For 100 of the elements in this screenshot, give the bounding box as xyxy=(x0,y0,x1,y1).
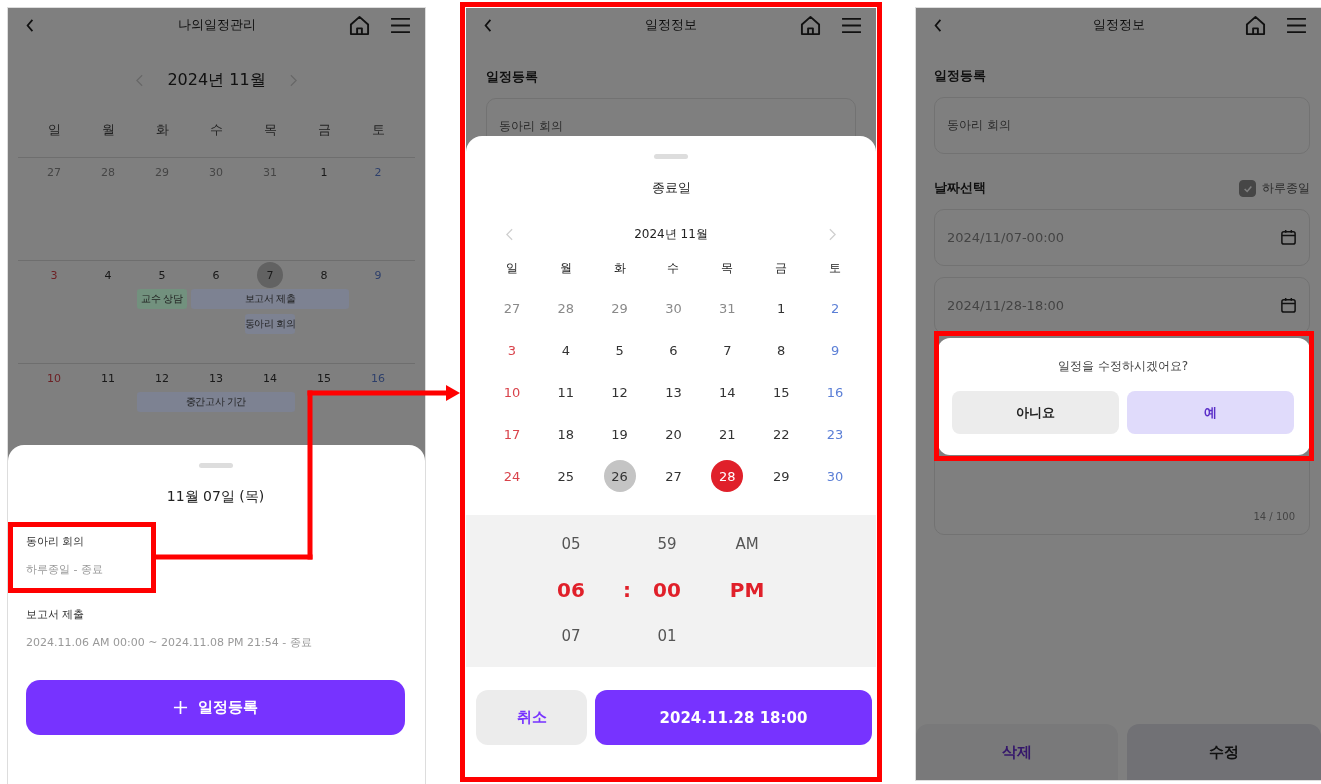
calendar-day[interactable]: 28 xyxy=(711,460,744,492)
calendar-day[interactable]: 14 xyxy=(711,376,744,408)
minute-option[interactable]: 01 xyxy=(657,627,677,645)
calendar-day[interactable]: 17 xyxy=(495,418,528,450)
weekday-label: 금 xyxy=(775,259,788,277)
start-date-field[interactable]: 2024/11/07-00:00 xyxy=(934,209,1310,266)
calendar-day[interactable]: 27 xyxy=(657,460,690,492)
calendar-day[interactable]: 22 xyxy=(765,418,798,450)
calendar-day[interactable]: 25 xyxy=(549,460,582,492)
calendar-day[interactable]: 19 xyxy=(603,418,636,450)
event-title[interactable]: 동아리 회의 xyxy=(26,534,85,549)
calendar-day[interactable]: 10 xyxy=(41,365,67,391)
calendar-day[interactable]: 29 xyxy=(765,460,798,492)
calendar-day[interactable]: 2 xyxy=(365,159,391,185)
home-icon[interactable] xyxy=(349,14,370,36)
weekday-label: 목 xyxy=(721,259,734,277)
calendar-day[interactable]: 21 xyxy=(711,418,744,450)
calendar-day[interactable]: 7 xyxy=(711,334,744,366)
check-icon xyxy=(1242,183,1253,194)
calendar-day[interactable]: 29 xyxy=(603,292,636,324)
calendar-day[interactable]: 9 xyxy=(365,262,391,288)
calendar-day[interactable]: 24 xyxy=(495,460,528,492)
calendar-day[interactable]: 23 xyxy=(819,418,852,450)
no-button[interactable]: 아니요 xyxy=(952,391,1119,434)
calendar-day[interactable]: 11 xyxy=(95,365,121,391)
edit-button[interactable]: 수정 xyxy=(1127,724,1321,780)
calendar-day[interactable]: 26 xyxy=(603,460,636,492)
drag-handle[interactable] xyxy=(654,154,688,159)
calendar-day[interactable]: 4 xyxy=(95,262,121,288)
back-icon[interactable] xyxy=(26,18,34,32)
title-field[interactable]: 동아리 회의 xyxy=(934,97,1310,154)
period-option[interactable]: AM xyxy=(735,535,759,553)
drag-handle[interactable] xyxy=(198,463,233,468)
hour-option[interactable]: 06 xyxy=(557,578,585,602)
calendar-day[interactable]: 7 xyxy=(257,262,283,288)
weekday-label: 수 xyxy=(667,259,680,277)
yes-button[interactable]: 예 xyxy=(1127,391,1294,434)
calendar-day[interactable]: 3 xyxy=(41,262,67,288)
calendar-day[interactable]: 9 xyxy=(819,334,852,366)
calendar-day[interactable]: 15 xyxy=(765,376,798,408)
calendar-day[interactable]: 31 xyxy=(711,292,744,324)
calendar-day[interactable]: 30 xyxy=(657,292,690,324)
minute-option[interactable]: 59 xyxy=(657,535,677,553)
calendar-event[interactable]: 동아리 회의 xyxy=(244,314,296,334)
calendar-day[interactable]: 31 xyxy=(257,159,283,185)
calendar-day[interactable]: 18 xyxy=(549,418,582,450)
calendar-day[interactable]: 5 xyxy=(149,262,175,288)
delete-button[interactable]: 삭제 xyxy=(916,724,1118,780)
calendar-day[interactable]: 16 xyxy=(365,365,391,391)
calendar-day[interactable]: 27 xyxy=(41,159,67,185)
calendar-day[interactable]: 30 xyxy=(819,460,852,492)
calendar-day[interactable]: 8 xyxy=(765,334,798,366)
calendar-day[interactable]: 13 xyxy=(203,365,229,391)
calendar-day[interactable]: 3 xyxy=(495,334,528,366)
menu-icon[interactable] xyxy=(390,16,411,34)
calendar-icon[interactable] xyxy=(1280,229,1297,246)
calendar-day[interactable]: 12 xyxy=(603,376,636,408)
home-icon[interactable] xyxy=(1245,14,1266,36)
menu-icon[interactable] xyxy=(1286,16,1307,34)
calendar-event[interactable]: 교수 상담 xyxy=(137,289,187,309)
back-icon[interactable] xyxy=(934,18,942,32)
checkbox-label[interactable]: 하루종일 xyxy=(1262,180,1310,197)
menu-icon[interactable] xyxy=(841,16,862,34)
calendar-day[interactable]: 4 xyxy=(549,334,582,366)
calendar-day[interactable]: 6 xyxy=(203,262,229,288)
confirm-button[interactable]: 2024.11.28 18:00 xyxy=(595,690,872,745)
calendar-day[interactable]: 28 xyxy=(95,159,121,185)
calendar-day[interactable]: 6 xyxy=(657,334,690,366)
cancel-button[interactable]: 취소 xyxy=(476,690,587,745)
calendar-day[interactable]: 29 xyxy=(149,159,175,185)
hour-option[interactable]: 05 xyxy=(561,535,581,553)
calendar-day[interactable]: 11 xyxy=(549,376,582,408)
event-title[interactable]: 보고서 제출 xyxy=(26,607,85,622)
add-schedule-button[interactable]: 일정등록 xyxy=(26,680,405,735)
calendar-day[interactable]: 10 xyxy=(495,376,528,408)
time-picker[interactable]: 05 59 AM 06 : 00 PM 07 01 xyxy=(466,515,876,667)
calendar-day[interactable]: 8 xyxy=(311,262,337,288)
hour-option[interactable]: 07 xyxy=(561,627,581,645)
calendar-day[interactable]: 1 xyxy=(311,159,337,185)
calendar-day[interactable]: 14 xyxy=(257,365,283,391)
calendar-icon[interactable] xyxy=(1280,297,1297,314)
calendar-day[interactable]: 27 xyxy=(495,292,528,324)
calendar-day[interactable]: 28 xyxy=(549,292,582,324)
checkbox[interactable] xyxy=(1239,180,1256,197)
calendar-event[interactable]: 보고서 제출 xyxy=(191,289,349,309)
calendar-day[interactable]: 12 xyxy=(149,365,175,391)
calendar-day[interactable]: 1 xyxy=(765,292,798,324)
calendar-day[interactable]: 5 xyxy=(603,334,636,366)
calendar-day[interactable]: 20 xyxy=(657,418,690,450)
calendar-day[interactable]: 30 xyxy=(203,159,229,185)
minute-option[interactable]: 00 xyxy=(653,578,681,602)
calendar-day[interactable]: 2 xyxy=(819,292,852,324)
back-icon[interactable] xyxy=(484,18,492,32)
period-option[interactable]: PM xyxy=(729,578,765,602)
calendar-event[interactable]: 중간고사 기간 xyxy=(137,392,295,412)
form-label: 날짜선택 xyxy=(934,179,986,197)
calendar-day[interactable]: 16 xyxy=(819,376,852,408)
calendar-day[interactable]: 13 xyxy=(657,376,690,408)
home-icon[interactable] xyxy=(800,14,821,36)
calendar-day[interactable]: 15 xyxy=(311,365,337,391)
